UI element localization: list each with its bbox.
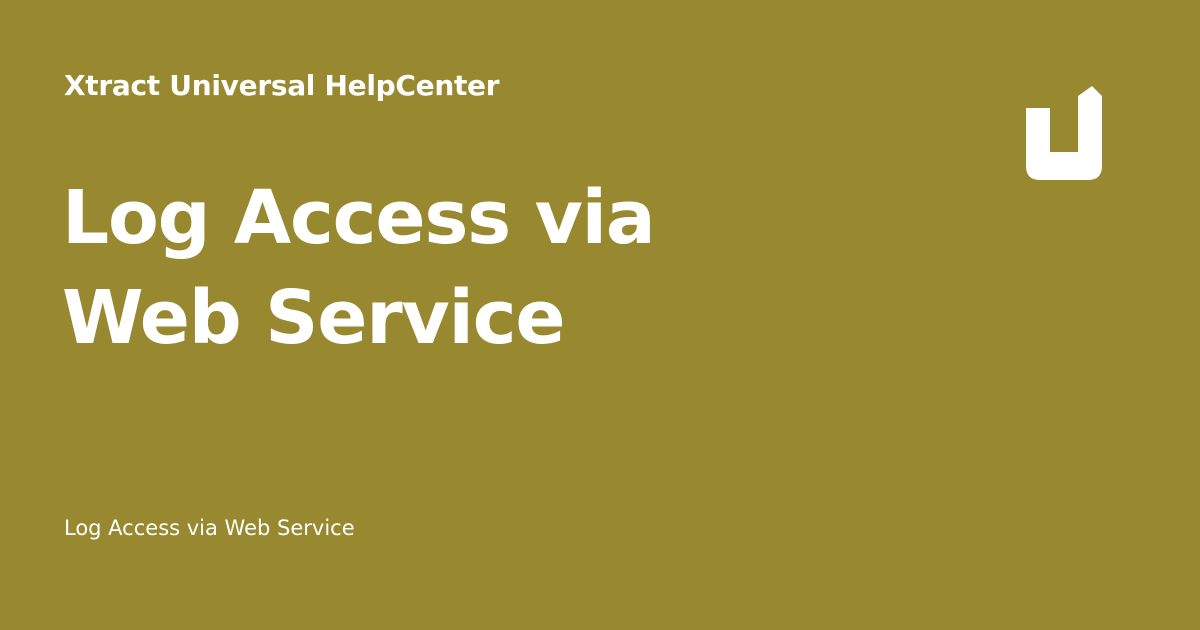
u-logo-icon: [1026, 86, 1102, 180]
page-subtitle: Log Access via Web Service: [64, 516, 355, 540]
social-preview-card: Xtract Universal HelpCenter Log Access v…: [0, 0, 1200, 630]
page-title: Log Access via Web Service: [62, 175, 656, 361]
site-name: Xtract Universal HelpCenter: [64, 69, 500, 102]
